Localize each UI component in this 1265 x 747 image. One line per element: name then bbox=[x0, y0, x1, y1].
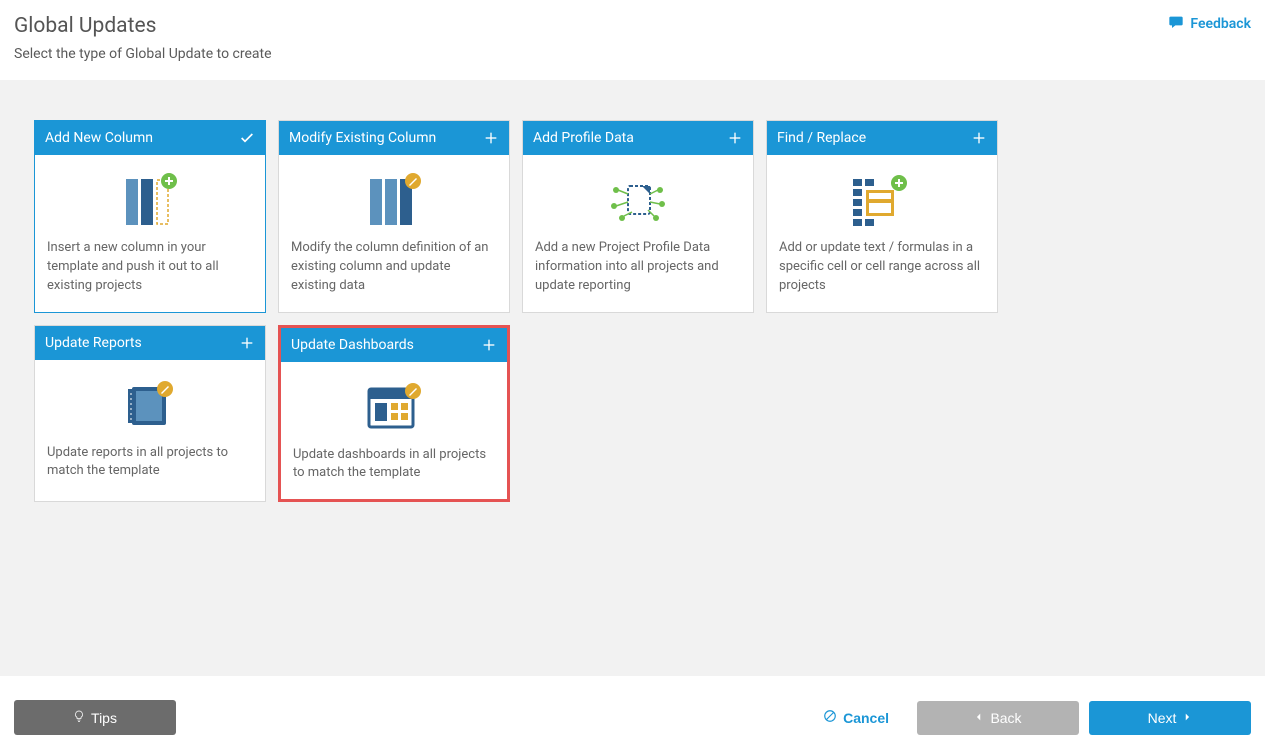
back-button[interactable]: Back bbox=[917, 701, 1079, 735]
page-title: Global Updates bbox=[14, 14, 156, 38]
back-label: Back bbox=[990, 710, 1021, 726]
chat-icon bbox=[1168, 14, 1184, 34]
plus-icon bbox=[727, 130, 743, 146]
check-icon bbox=[239, 130, 255, 146]
tips-label: Tips bbox=[91, 710, 117, 726]
plus-icon bbox=[483, 130, 499, 146]
card-add-profile-data[interactable]: Add Profile Data bbox=[522, 120, 754, 313]
columns-add-icon bbox=[47, 165, 253, 237]
plus-icon bbox=[239, 335, 255, 351]
card-desc: Add a new Project Profile Data informati… bbox=[535, 239, 741, 296]
card-grid: Add New Column Insert a new col bbox=[34, 120, 1231, 502]
chevron-left-icon bbox=[974, 710, 984, 726]
profile-data-icon bbox=[535, 165, 741, 237]
chevron-right-icon bbox=[1182, 710, 1192, 726]
card-modify-existing-column[interactable]: Modify Existing Column Modify the column… bbox=[278, 120, 510, 313]
card-title: Update Dashboards bbox=[291, 337, 414, 353]
tips-button[interactable]: Tips bbox=[14, 700, 176, 735]
card-desc: Add or update text / formulas in a speci… bbox=[779, 239, 985, 296]
card-title: Modify Existing Column bbox=[289, 130, 436, 146]
report-icon bbox=[47, 370, 253, 442]
next-label: Next bbox=[1148, 710, 1177, 726]
next-button[interactable]: Next bbox=[1089, 701, 1251, 735]
cancel-icon bbox=[823, 709, 837, 726]
dashboard-icon bbox=[293, 372, 495, 444]
card-title: Update Reports bbox=[45, 335, 142, 351]
card-find-replace[interactable]: Find / Replace bbox=[766, 120, 998, 313]
footer-bar: Tips Cancel Back Next bbox=[0, 688, 1265, 747]
card-desc: Modify the column definition of an exist… bbox=[291, 239, 497, 296]
columns-edit-icon bbox=[291, 165, 497, 237]
card-title: Find / Replace bbox=[777, 130, 866, 146]
card-desc: Update dashboards in all projects to mat… bbox=[293, 446, 495, 484]
card-add-new-column[interactable]: Add New Column Insert a new col bbox=[34, 120, 266, 313]
card-desc: Update reports in all projects to match … bbox=[47, 444, 253, 482]
feedback-link[interactable]: Feedback bbox=[1168, 14, 1251, 34]
bulb-icon bbox=[73, 709, 85, 726]
cancel-label: Cancel bbox=[843, 710, 889, 726]
find-replace-icon bbox=[779, 165, 985, 237]
card-title: Add New Column bbox=[45, 130, 153, 146]
card-update-reports[interactable]: Update Reports Update reports i bbox=[34, 325, 266, 503]
card-update-dashboards[interactable]: Update Dashboards bbox=[278, 325, 510, 503]
plus-icon bbox=[971, 130, 987, 146]
plus-icon bbox=[481, 337, 497, 353]
page-subtitle: Select the type of Global Update to crea… bbox=[14, 46, 1251, 62]
cancel-button[interactable]: Cancel bbox=[805, 700, 907, 735]
main-panel: Add New Column Insert a new col bbox=[0, 80, 1265, 676]
feedback-label: Feedback bbox=[1190, 16, 1251, 32]
card-title: Add Profile Data bbox=[533, 130, 634, 146]
card-desc: Insert a new column in your template and… bbox=[47, 239, 253, 296]
